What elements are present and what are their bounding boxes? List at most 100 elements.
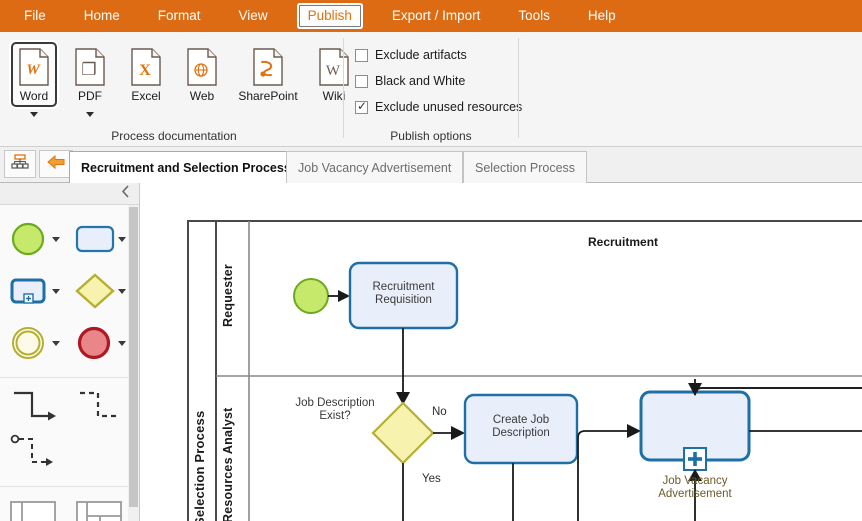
sequence-flow-icon <box>6 387 60 432</box>
palette-scrollbar-thumb[interactable] <box>129 207 138 507</box>
node-label-job-description-exist: Job Description Exist? <box>289 397 381 423</box>
menu-item-file[interactable]: File <box>14 5 56 27</box>
palette-section-pools <box>0 487 139 521</box>
task-dropdown-caret-icon[interactable] <box>117 236 126 242</box>
palette-item-end-event[interactable] <box>66 323 132 363</box>
bpmn-diagram <box>187 220 862 521</box>
palette-item-gateway[interactable] <box>66 271 132 311</box>
chevron-left-icon[interactable] <box>121 184 131 203</box>
palette-item-subprocess[interactable] <box>0 271 66 311</box>
black-and-white-checkbox[interactable] <box>355 74 368 88</box>
lane-title-resources-analyst: Resources Analyst <box>221 407 235 521</box>
pool-icon <box>8 499 58 521</box>
publish-excel-button[interactable]: X Excel <box>118 38 174 117</box>
lane-title-requester: Requester <box>221 264 235 328</box>
pdf-dropdown-caret-icon[interactable] <box>86 112 94 117</box>
start-event-icon <box>7 219 51 259</box>
publish-pdf-button[interactable]: ❒ PDF <box>62 38 118 117</box>
intermediate-event-dropdown-caret-icon[interactable] <box>51 340 60 346</box>
back-arrow-icon <box>46 154 66 175</box>
start-event-dropdown-caret-icon[interactable] <box>51 236 60 242</box>
svg-text:❒: ❒ <box>81 60 96 79</box>
publish-pdf-label: PDF <box>78 89 102 103</box>
flow-label-yes: Yes <box>422 473 441 485</box>
document-tab-job-vacancy-advertisement[interactable]: Job Vacancy Advertisement <box>286 151 464 183</box>
palette-scrollbar[interactable] <box>128 205 139 521</box>
checkbox-row-exclude-unused-resources[interactable]: Exclude unused resources <box>355 94 522 120</box>
subprocess-icon <box>7 271 51 311</box>
ribbon-panel: W Word ❒ PDF X Excel Web SharePoint W Wi… <box>0 32 862 147</box>
palette-section-shapes <box>0 205 139 378</box>
node-label-create-job-description: Create Job Description <box>465 414 577 440</box>
node-label-line1: Create Job <box>492 414 550 426</box>
black-and-white-label: Black and White <box>375 74 466 88</box>
palette-item-association[interactable] <box>66 386 132 432</box>
subprocess-dropdown-caret-icon[interactable] <box>51 288 60 294</box>
node-label-line2: Description <box>492 427 550 439</box>
publish-options-checkbox-list: Exclude artifacts Black and White Exclud… <box>355 42 522 120</box>
palette-item-pool-lanes[interactable] <box>66 495 132 521</box>
intermediate-event-icon <box>7 323 51 363</box>
menu-item-help[interactable]: Help <box>578 5 626 27</box>
document-tab-selection-process[interactable]: Selection Process <box>463 151 588 183</box>
application-window: File Home Format View Publish Export / I… <box>0 0 862 521</box>
end-event-icon <box>73 323 117 363</box>
end-event-dropdown-caret-icon[interactable] <box>117 340 126 346</box>
publish-sharepoint-button[interactable]: SharePoint <box>230 38 306 117</box>
palette-item-start-event[interactable] <box>0 219 66 259</box>
hierarchy-view-button[interactable] <box>4 150 36 178</box>
exclude-artifacts-label: Exclude artifacts <box>375 48 467 62</box>
checkbox-row-exclude-artifacts[interactable]: Exclude artifacts <box>355 42 522 68</box>
pool-title-selection-process: Selection Process <box>192 410 207 521</box>
message-flow-icon <box>6 433 60 478</box>
menu-item-home[interactable]: Home <box>74 5 130 27</box>
group-header-recruitment: Recruitment <box>588 235 659 249</box>
gateway-dropdown-caret-icon[interactable] <box>117 288 126 294</box>
shape-palette-panel <box>0 183 140 521</box>
menu-item-view[interactable]: View <box>229 5 278 27</box>
menu-item-tools[interactable]: Tools <box>508 5 560 27</box>
svg-text:W: W <box>26 62 41 78</box>
ribbon-group-process-documentation: W Word ❒ PDF X Excel Web SharePoint W Wi… <box>0 32 349 147</box>
document-tab-recruitment-and-selection-process[interactable]: Recruitment and Selection Process <box>69 151 303 183</box>
menu-item-publish[interactable]: Publish <box>298 5 361 27</box>
palette-item-task[interactable] <box>66 219 132 259</box>
process-documentation-buttons: W Word ❒ PDF X Excel Web SharePoint W Wi… <box>6 38 362 117</box>
diagram-canvas[interactable]: Selection Process Requester Resources An… <box>141 183 862 521</box>
navigate-back-button[interactable] <box>39 150 73 178</box>
palette-item-pool[interactable] <box>0 495 66 521</box>
menu-item-export-import[interactable]: Export / Import <box>382 5 491 27</box>
menu-item-format[interactable]: Format <box>148 5 211 27</box>
hierarchy-icon <box>11 153 29 175</box>
node-label-recruitment-requisition: Recruitment Requisition <box>350 281 457 307</box>
exclude-artifacts-checkbox[interactable] <box>355 48 368 62</box>
palette-item-sequence-flow[interactable] <box>0 386 66 432</box>
palette-empty-cell <box>66 432 132 478</box>
excel-file-icon: X <box>130 48 162 86</box>
publish-wiki-label: Wiki <box>322 89 346 103</box>
exclude-unused-resources-checkbox[interactable] <box>355 99 368 114</box>
palette-item-intermediate-event[interactable] <box>0 323 66 363</box>
document-tab-label: Selection Process <box>475 160 576 175</box>
process-documentation-group-label: Process documentation <box>111 129 237 143</box>
task-icon <box>73 219 117 259</box>
palette-header <box>0 183 139 205</box>
palette-item-message-flow[interactable] <box>0 432 66 478</box>
pdf-file-icon: ❒ <box>74 48 106 86</box>
node-label-line2: Exist? <box>319 410 351 422</box>
publish-word-button[interactable]: W Word <box>6 38 62 117</box>
ribbon-group-divider-right <box>518 38 519 138</box>
palette-section-connectors <box>0 378 139 487</box>
publish-web-button[interactable]: Web <box>174 38 230 117</box>
node-label-line1: Job Vacancy <box>662 475 728 487</box>
checkbox-row-black-and-white[interactable]: Black and White <box>355 68 522 94</box>
sharepoint-file-icon <box>252 48 284 86</box>
publish-sharepoint-label: SharePoint <box>238 89 298 103</box>
node-label-line2: Advertisement <box>658 488 732 500</box>
publish-excel-label: Excel <box>131 89 161 103</box>
document-tab-label: Recruitment and Selection Process <box>81 160 291 175</box>
word-dropdown-caret-icon[interactable] <box>30 112 38 117</box>
word-file-icon: W <box>18 48 50 86</box>
main-menu-bar: File Home Format View Publish Export / I… <box>0 0 862 32</box>
node-label-line1: Job Description <box>295 397 375 409</box>
